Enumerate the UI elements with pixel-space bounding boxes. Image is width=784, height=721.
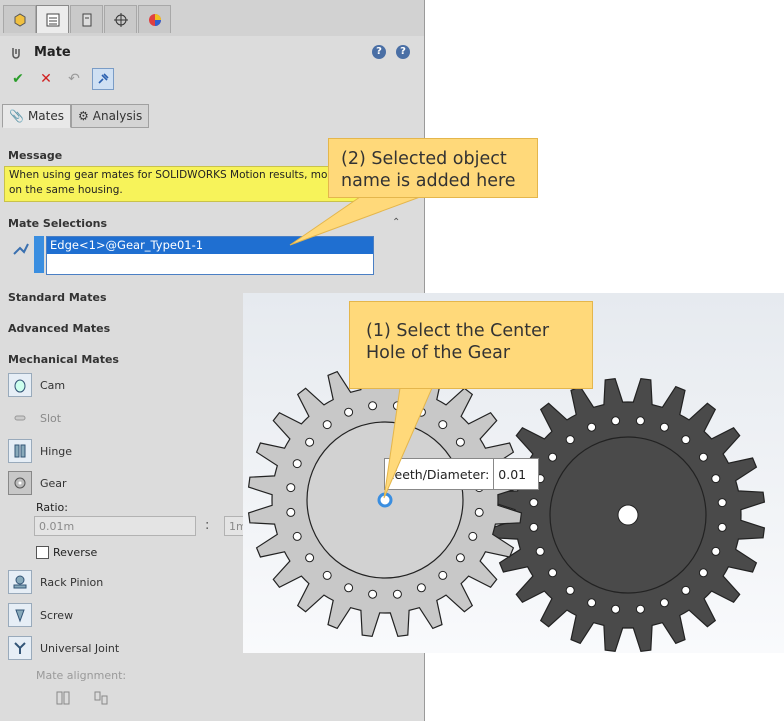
callout-select-hole-line1: (1) Select the Center bbox=[366, 321, 550, 341]
callout-pointer-2 bbox=[289, 196, 421, 246]
callout-selected-name: (2) Selected object name is added here bbox=[328, 138, 538, 198]
callout-selected-name-line1: (2) Selected object bbox=[341, 149, 507, 169]
callout-selected-name-line2: name is added here bbox=[341, 171, 516, 191]
callout-pointer-1 bbox=[383, 387, 433, 499]
callout-select-hole: (1) Select the Center Hole of the Gear bbox=[349, 301, 593, 389]
callout-select-hole-line2: Hole of the Gear bbox=[366, 343, 511, 363]
